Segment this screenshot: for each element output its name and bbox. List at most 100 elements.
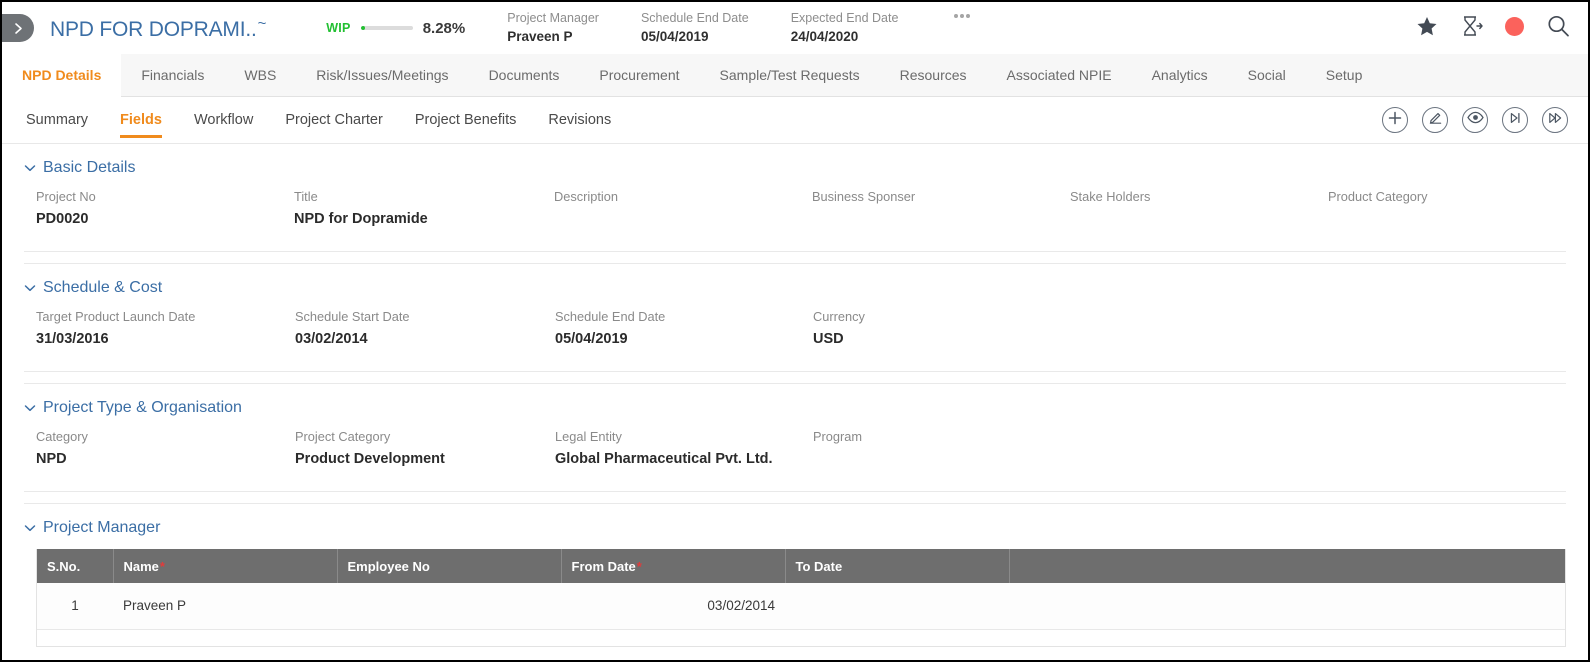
subtab-project-charter[interactable]: Project Charter — [269, 97, 399, 144]
fast-forward-icon — [1548, 111, 1563, 130]
field-category: Category NPD — [36, 427, 295, 471]
column-header-sno[interactable]: S.No. — [37, 549, 114, 583]
column-header-name[interactable]: Name* — [113, 549, 338, 583]
project-type-fields: Category NPD Project Category Product De… — [2, 425, 1588, 491]
sub-tab-bar: Summary Fields Workflow Project Charter … — [2, 97, 1588, 144]
tab-associated-npie[interactable]: Associated NPIE — [987, 54, 1132, 96]
meta-label: Project Manager — [507, 11, 599, 25]
field-legal-entity: Legal Entity Global Pharmaceutical Pvt. … — [555, 427, 813, 471]
section-header-project-manager[interactable]: Project Manager — [2, 504, 1588, 545]
tab-sample-test-requests[interactable]: Sample/Test Requests — [700, 54, 880, 96]
edit-button[interactable] — [1422, 107, 1448, 133]
column-header-from-date[interactable]: From Date* — [561, 549, 786, 583]
project-title-text: NPD FOR DOPRAMI.. — [50, 17, 257, 41]
field-value: USD — [813, 331, 844, 347]
field-label: Program — [813, 429, 863, 444]
column-label: Employee No — [347, 558, 430, 574]
view-button[interactable] — [1462, 107, 1488, 133]
page-title[interactable]: NPD FOR DOPRAMI..~ — [50, 15, 266, 42]
field-value — [554, 207, 812, 231]
pencil-icon — [1428, 110, 1443, 130]
field-target-product-launch-date: Target Product Launch Date 31/03/2016 — [36, 307, 295, 351]
fast-forward-button[interactable] — [1542, 107, 1568, 133]
section-gap — [2, 372, 1588, 383]
field-value: 05/04/2019 — [555, 331, 628, 347]
column-header-employee-no[interactable]: Employee No — [337, 549, 562, 583]
field-label: Stake Holders — [1070, 189, 1151, 204]
section-gap — [2, 492, 1588, 503]
field-program: Program — [813, 427, 1071, 471]
field-value — [1070, 207, 1328, 231]
subtab-workflow[interactable]: Workflow — [178, 97, 269, 144]
field-label: Target Product Launch Date — [36, 309, 196, 324]
red-dot-icon[interactable] — [1505, 16, 1524, 36]
section-header-schedule-cost[interactable]: Schedule & Cost — [2, 264, 1588, 305]
meta-value: 24/04/2020 — [790, 29, 859, 44]
add-button[interactable] — [1382, 107, 1408, 133]
subtab-revisions[interactable]: Revisions — [532, 97, 627, 144]
hourglass-add-icon[interactable] — [1460, 15, 1483, 37]
status-badge: WIP — [326, 21, 351, 35]
field-value: NPD — [36, 451, 67, 467]
required-asterisk: * — [159, 558, 165, 574]
field-project-category: Project Category Product Development — [295, 427, 555, 471]
meta-schedule-end-date: Schedule End Date 05/04/2019 — [641, 10, 749, 46]
meta-label: Expected End Date — [790, 11, 899, 25]
play-next-icon — [1508, 111, 1522, 130]
field-value: PD0020 — [36, 211, 89, 227]
plus-icon — [1388, 111, 1402, 130]
tab-risk-issues-meetings[interactable]: Risk/Issues/Meetings — [296, 54, 468, 96]
cell-from-date: 03/02/2014 — [561, 583, 785, 630]
meta-label: Schedule End Date — [640, 11, 749, 25]
status-progress: WIP 8.28% — [326, 20, 465, 37]
column-header-to-date[interactable]: To Date — [785, 549, 1010, 583]
tab-analytics[interactable]: Analytics — [1132, 54, 1228, 96]
field-value: Product Development — [295, 451, 445, 467]
sidebar-toggle-button[interactable] — [2, 14, 34, 42]
tab-social[interactable]: Social — [1228, 54, 1306, 96]
next-step-button[interactable] — [1502, 107, 1528, 133]
tab-financials[interactable]: Financials — [121, 54, 224, 96]
table-row[interactable]: 1 Praveen P 03/02/2014 — [37, 583, 1565, 630]
column-header-spacer — [1009, 549, 1565, 583]
field-value — [812, 207, 1070, 231]
field-label: Title — [294, 189, 318, 204]
section-title: Project Type & Organisation — [43, 399, 242, 416]
table-body: 1 Praveen P 03/02/2014 — [37, 583, 1565, 630]
tab-wbs[interactable]: WBS — [224, 54, 296, 96]
chevron-down-icon — [24, 164, 36, 172]
field-label: Legal Entity — [555, 429, 622, 444]
field-value: NPD for Dopramide — [294, 211, 428, 227]
star-icon[interactable] — [1416, 16, 1438, 37]
subtab-project-benefits[interactable]: Project Benefits — [399, 97, 533, 144]
field-label: Business Sponser — [812, 189, 916, 204]
table-footer-space — [37, 629, 1565, 646]
section-title: Schedule & Cost — [43, 279, 163, 296]
cell-spacer — [1009, 583, 1565, 630]
column-label: To Date — [795, 558, 843, 574]
section-header-project-type[interactable]: Project Type & Organisation — [2, 384, 1588, 425]
subtab-summary[interactable]: Summary — [10, 97, 104, 144]
search-icon[interactable] — [1546, 14, 1570, 38]
section-basic-details: Basic Details Project No PD0020 Title NP… — [2, 144, 1588, 251]
ellipsis-icon[interactable] — [954, 14, 971, 18]
subtab-fields[interactable]: Fields — [104, 97, 178, 144]
field-value: 31/03/2016 — [36, 331, 109, 347]
chevron-down-icon — [24, 284, 36, 292]
field-schedule-end-date: Schedule End Date 05/04/2019 — [555, 307, 813, 351]
main-tab-bar: NPD Details Financials WBS Risk/Issues/M… — [2, 54, 1588, 97]
field-project-no: Project No PD0020 — [36, 187, 294, 231]
meta-expected-end-date: Expected End Date 24/04/2020 — [791, 10, 899, 46]
column-label: From Date — [571, 558, 636, 574]
section-project-type-organisation: Project Type & Organisation Category NPD… — [2, 384, 1588, 491]
section-project-manager: Project Manager S.No. Name* Employee No … — [2, 504, 1588, 647]
tab-procurement[interactable]: Procurement — [579, 54, 699, 96]
tab-npd-details[interactable]: NPD Details — [2, 54, 122, 97]
required-asterisk: * — [636, 558, 642, 574]
section-header-basic-details[interactable]: Basic Details — [2, 144, 1588, 185]
column-label: Name — [123, 558, 159, 574]
tab-setup[interactable]: Setup — [1306, 54, 1383, 96]
tab-resources[interactable]: Resources — [880, 54, 987, 96]
tab-documents[interactable]: Documents — [469, 54, 580, 96]
section-title: Basic Details — [43, 159, 136, 176]
